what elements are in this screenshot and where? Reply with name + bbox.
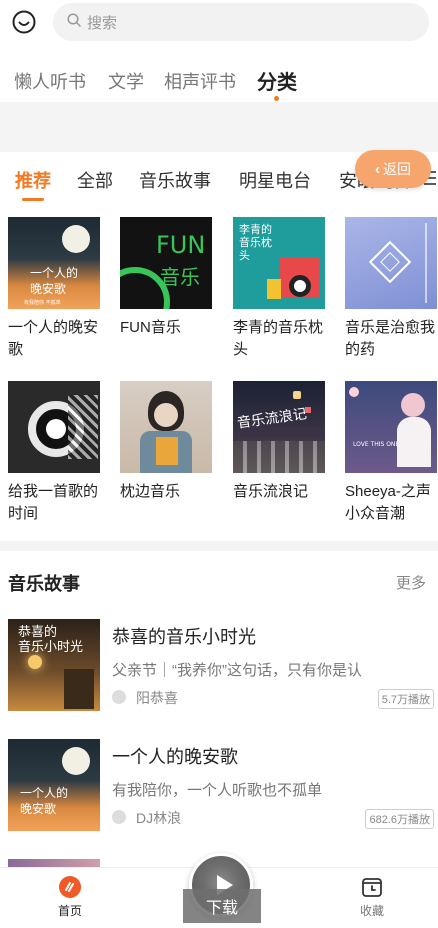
album-cover-text: 音乐流浪记 (236, 406, 308, 432)
story-thumbnail-text: 恭喜的 音乐小时光 (18, 625, 84, 655)
chevron-left-icon: ‹ (375, 160, 380, 178)
album-cover: 一个人的 晚安歌 有我陪你 不孤单 (8, 217, 100, 309)
album-title: Sheeya-之声小众音潮 (345, 483, 431, 522)
album-cover: 李青的音乐枕头 (233, 217, 325, 309)
nav-home-label: 首页 (57, 904, 82, 918)
story-thumbnail-text: 一个人的 晚安歌 (20, 786, 69, 816)
nav-favorites[interactable]: 收藏 (337, 876, 407, 919)
story-title: 恭喜的音乐小时光 (112, 627, 256, 647)
album-cover-text: LOVE THIS ONE (353, 441, 400, 448)
play-count-badge: 5.7万播放 (377, 689, 434, 709)
user-avatar-icon[interactable] (12, 10, 36, 34)
story-description: 父亲节｜“我养你”这句话，只有你是认 (112, 662, 362, 679)
author-avatar-icon (112, 810, 126, 824)
story-thumbnail-partial (8, 859, 100, 867)
story-thumbnail: 一个人的 晚安歌 (8, 739, 100, 831)
album-cover-text: 李青的音乐枕头 (239, 223, 272, 262)
album-card[interactable]: FUN 音乐 FUN音乐 (120, 217, 212, 339)
album-cover: 音乐流浪记 (233, 381, 325, 473)
story-thumbnail: 恭喜的 音乐小时光 (8, 619, 100, 711)
album-card[interactable]: 枕边音乐 (120, 381, 212, 503)
album-card[interactable]: 音乐是治愈我的药 (345, 217, 437, 361)
album-title: 枕边音乐 (120, 483, 181, 500)
top-bar: 搜索 (0, 0, 438, 44)
play-count-badge: 682.6万播放 (365, 809, 434, 829)
album-cover (120, 381, 212, 473)
tab-music-stories[interactable]: 音乐故事 (139, 167, 211, 193)
tab-recommend[interactable]: 推荐 (15, 167, 51, 193)
album-card[interactable]: 一个人的 晚安歌 有我陪你 不孤单 一个人的晚安歌 (8, 217, 100, 361)
channel-tab-books[interactable]: 懒人听书 (14, 68, 86, 94)
download-button[interactable]: 下载 (183, 889, 261, 923)
favorites-icon (361, 876, 383, 898)
banner-area (0, 102, 438, 152)
story-item[interactable]: 恭喜的 音乐小时光 恭喜的音乐小时光 父亲节｜“我养你”这句话，只有你是认 阳恭… (8, 619, 434, 711)
album-card[interactable]: 给我一首歌的时间 (8, 381, 100, 525)
album-cover-subtext: 音乐 (160, 265, 200, 289)
story-author: DJ林浪 (136, 810, 182, 826)
author-avatar-icon (112, 690, 126, 704)
search-placeholder: 搜索 (87, 14, 118, 32)
tab-all[interactable]: 全部 (77, 167, 113, 193)
album-cover-subtext: 有我陪你 不孤单 (24, 300, 61, 306)
channel-tab-category[interactable]: 分类 (257, 66, 297, 95)
album-cover-text: FUN (156, 231, 206, 259)
section-more-link[interactable]: 更多 (396, 572, 426, 593)
active-tab-underline (22, 198, 44, 201)
album-title: 李青的音乐枕头 (233, 319, 324, 358)
active-channel-indicator (274, 96, 279, 101)
album-title: 给我一首歌的时间 (8, 483, 99, 522)
section-divider (0, 541, 438, 551)
home-icon (59, 876, 81, 898)
story-author: 阳恭喜 (136, 690, 178, 706)
story-description: 有我陪你，一个人听歌也不孤单 (112, 782, 323, 799)
album-title: 一个人的晚安歌 (8, 319, 99, 358)
album-title: FUN音乐 (120, 319, 181, 336)
album-title: 音乐流浪记 (233, 483, 309, 500)
search-bar[interactable]: 搜索 (53, 3, 429, 41)
channel-tab-literature[interactable]: 文学 (108, 68, 144, 94)
album-card[interactable]: 李青的音乐枕头 李青的音乐枕头 (233, 217, 325, 361)
channel-tabs: 懒人听书 文学 相声评书 分类 (0, 60, 438, 102)
album-cover-text: 一个人的 晚安歌 (30, 266, 79, 296)
album-cover (345, 217, 437, 309)
story-title: 一个人的晚安歌 (112, 747, 238, 767)
tab-star-radio[interactable]: 明星电台 (239, 167, 311, 193)
back-button-label: 返回 (383, 161, 411, 177)
search-icon (67, 12, 81, 32)
nav-favorites-label: 收藏 (359, 904, 384, 918)
back-button[interactable]: ‹ 返回 (355, 150, 431, 188)
album-title: 音乐是治愈我的药 (345, 319, 436, 358)
nav-home[interactable]: 首页 (35, 876, 105, 919)
album-cover: FUN 音乐 (120, 217, 212, 309)
story-item[interactable]: 一个人的 晚安歌 一个人的晚安歌 有我陪你，一个人听歌也不孤单 DJ林浪 682… (8, 739, 434, 831)
section-title: 音乐故事 (8, 574, 80, 594)
album-card[interactable]: LOVE THIS ONE Sheeya-之声小众音潮 (345, 381, 437, 525)
album-card[interactable]: 音乐流浪记 音乐流浪记 (233, 381, 325, 503)
album-cover: LOVE THIS ONE (345, 381, 437, 473)
album-cover (8, 381, 100, 473)
channel-tab-crosstalk[interactable]: 相声评书 (164, 68, 236, 94)
